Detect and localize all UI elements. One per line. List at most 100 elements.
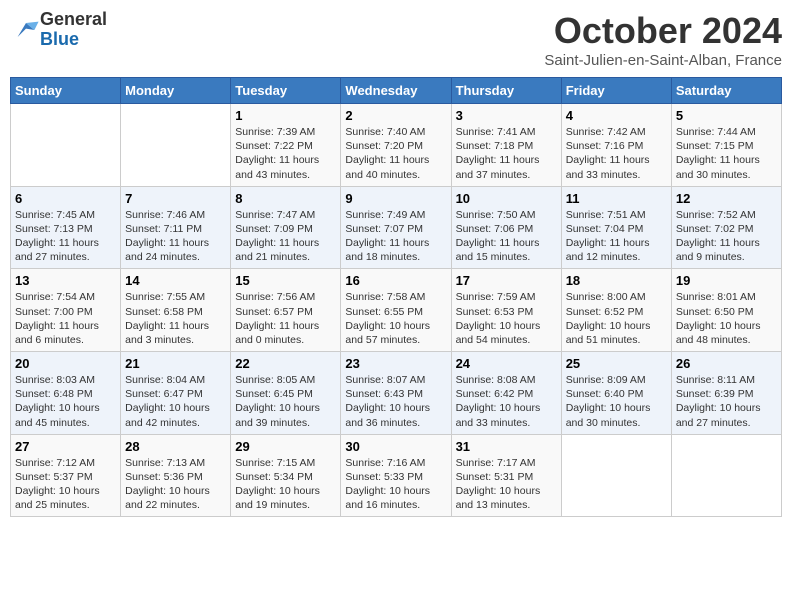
day-info: Sunrise: 8:04 AM Sunset: 6:47 PM Dayligh… xyxy=(125,373,226,430)
calendar-week-3: 13Sunrise: 7:54 AM Sunset: 7:00 PM Dayli… xyxy=(11,269,782,352)
calendar-cell: 8Sunrise: 7:47 AM Sunset: 7:09 PM Daylig… xyxy=(231,186,341,269)
day-number: 26 xyxy=(676,356,777,371)
day-number: 2 xyxy=(345,108,446,123)
calendar-cell: 31Sunrise: 7:17 AM Sunset: 5:31 PM Dayli… xyxy=(451,434,561,517)
calendar-cell: 2 Sunrise: 7:40 AM Sunset: 7:20 PM Daylig… xyxy=(341,104,451,187)
day-number: 24 xyxy=(456,356,557,371)
calendar-cell xyxy=(11,104,121,187)
calendar-cell: 13Sunrise: 7:54 AM Sunset: 7:00 PM Dayli… xyxy=(11,269,121,352)
day-info: Sunrise: 7:45 AM Sunset: 7:13 PM Dayligh… xyxy=(15,208,116,265)
day-info: Sunrise: 7:49 AM Sunset: 7:07 PM Dayligh… xyxy=(345,208,446,265)
day-number: 28 xyxy=(125,439,226,454)
day-number: 4 xyxy=(566,108,667,123)
day-info: Sunrise: 7:58 AM Sunset: 6:55 PM Dayligh… xyxy=(345,290,446,347)
calendar-cell: 29 Sunrise: 7:15 AM Sunset: 5:34 PM Dayli… xyxy=(231,434,341,517)
calendar-cell xyxy=(561,434,671,517)
day-info: Sunrise: 8:09 AM Sunset: 6:40 PM Dayligh… xyxy=(566,373,667,430)
day-info: Sunrise: 7:13 AM Sunset: 5:36 PM Dayligh… xyxy=(125,456,226,513)
day-info: Sunrise: 7:59 AM Sunset: 6:53 PM Dayligh… xyxy=(456,290,557,347)
calendar-cell: 26 Sunrise: 8:11 AM Sunset: 6:39 PM Dayli… xyxy=(671,352,781,435)
title-block: October 2024 Saint-Julien-en-Saint-Alban… xyxy=(544,10,782,69)
calendar-header: SundayMondayTuesdayWednesdayThursdayFrid… xyxy=(11,78,782,104)
header-monday: Monday xyxy=(121,78,231,104)
day-number: 21 xyxy=(125,356,226,371)
day-number: 23 xyxy=(345,356,446,371)
day-number: 8 xyxy=(235,191,336,206)
calendar-table: SundayMondayTuesdayWednesdayThursdayFrid… xyxy=(10,77,782,517)
day-info: Sunrise: 7:41 AM Sunset: 7:18 PM Dayligh… xyxy=(456,125,557,182)
calendar-cell: 20Sunrise: 8:03 AM Sunset: 6:48 PM Dayli… xyxy=(11,352,121,435)
day-info: Sunrise: 7:16 AM Sunset: 5:33 PM Dayligh… xyxy=(345,456,446,513)
calendar-week-5: 27 Sunrise: 7:12 AM Sunset: 5:37 PM Dayli… xyxy=(11,434,782,517)
day-number: 22 xyxy=(235,356,336,371)
day-number: 1 xyxy=(235,108,336,123)
day-number: 29 xyxy=(235,439,336,454)
calendar-cell: 1Sunrise: 7:39 AM Sunset: 7:22 PM Daylig… xyxy=(231,104,341,187)
day-info: Sunrise: 7:55 AM Sunset: 6:58 PM Dayligh… xyxy=(125,290,226,347)
day-number: 7 xyxy=(125,191,226,206)
day-number: 31 xyxy=(456,439,557,454)
header-row: SundayMondayTuesdayWednesdayThursdayFrid… xyxy=(11,78,782,104)
calendar-cell: 7 Sunrise: 7:46 AM Sunset: 7:11 PM Daylig… xyxy=(121,186,231,269)
day-info: Sunrise: 7:46 AM Sunset: 7:11 PM Dayligh… xyxy=(125,208,226,265)
calendar-cell xyxy=(671,434,781,517)
calendar-cell: 10 Sunrise: 7:50 AM Sunset: 7:06 PM Dayli… xyxy=(451,186,561,269)
calendar-cell: 4 Sunrise: 7:42 AM Sunset: 7:16 PM Daylig… xyxy=(561,104,671,187)
header-saturday: Saturday xyxy=(671,78,781,104)
day-number: 12 xyxy=(676,191,777,206)
month-title: October 2024 xyxy=(544,10,782,52)
day-number: 3 xyxy=(456,108,557,123)
logo: General Blue xyxy=(10,10,107,50)
calendar-cell: 25 Sunrise: 8:09 AM Sunset: 6:40 PM Dayli… xyxy=(561,352,671,435)
day-number: 25 xyxy=(566,356,667,371)
day-number: 6 xyxy=(15,191,116,206)
logo-general: General xyxy=(40,10,107,30)
day-number: 20 xyxy=(15,356,116,371)
day-info: Sunrise: 8:11 AM Sunset: 6:39 PM Dayligh… xyxy=(676,373,777,430)
day-info: Sunrise: 7:51 AM Sunset: 7:04 PM Dayligh… xyxy=(566,208,667,265)
calendar-cell: 16 Sunrise: 7:58 AM Sunset: 6:55 PM Dayli… xyxy=(341,269,451,352)
day-info: Sunrise: 7:12 AM Sunset: 5:37 PM Dayligh… xyxy=(15,456,116,513)
day-number: 18 xyxy=(566,273,667,288)
day-info: Sunrise: 8:00 AM Sunset: 6:52 PM Dayligh… xyxy=(566,290,667,347)
calendar-week-4: 20Sunrise: 8:03 AM Sunset: 6:48 PM Dayli… xyxy=(11,352,782,435)
page-header: General Blue October 2024 Saint-Julien-e… xyxy=(10,10,782,69)
logo-blue: Blue xyxy=(40,30,107,50)
calendar-body: 1Sunrise: 7:39 AM Sunset: 7:22 PM Daylig… xyxy=(11,104,782,517)
calendar-cell: 24 Sunrise: 8:08 AM Sunset: 6:42 PM Dayli… xyxy=(451,352,561,435)
logo-text: General Blue xyxy=(40,10,107,50)
day-number: 15 xyxy=(235,273,336,288)
header-tuesday: Tuesday xyxy=(231,78,341,104)
day-number: 27 xyxy=(15,439,116,454)
header-sunday: Sunday xyxy=(11,78,121,104)
day-info: Sunrise: 8:08 AM Sunset: 6:42 PM Dayligh… xyxy=(456,373,557,430)
calendar-cell: 6 Sunrise: 7:45 AM Sunset: 7:13 PM Daylig… xyxy=(11,186,121,269)
day-number: 10 xyxy=(456,191,557,206)
day-info: Sunrise: 8:05 AM Sunset: 6:45 PM Dayligh… xyxy=(235,373,336,430)
day-number: 16 xyxy=(345,273,446,288)
day-number: 5 xyxy=(676,108,777,123)
calendar-cell: 5Sunrise: 7:44 AM Sunset: 7:15 PM Daylig… xyxy=(671,104,781,187)
header-wednesday: Wednesday xyxy=(341,78,451,104)
header-friday: Friday xyxy=(561,78,671,104)
day-number: 19 xyxy=(676,273,777,288)
calendar-cell: 14Sunrise: 7:55 AM Sunset: 6:58 PM Dayli… xyxy=(121,269,231,352)
header-thursday: Thursday xyxy=(451,78,561,104)
calendar-cell: 30 Sunrise: 7:16 AM Sunset: 5:33 PM Dayli… xyxy=(341,434,451,517)
calendar-cell: 12Sunrise: 7:52 AM Sunset: 7:02 PM Dayli… xyxy=(671,186,781,269)
day-number: 11 xyxy=(566,191,667,206)
calendar-cell: 28 Sunrise: 7:13 AM Sunset: 5:36 PM Dayli… xyxy=(121,434,231,517)
day-info: Sunrise: 8:07 AM Sunset: 6:43 PM Dayligh… xyxy=(345,373,446,430)
calendar-week-1: 1Sunrise: 7:39 AM Sunset: 7:22 PM Daylig… xyxy=(11,104,782,187)
day-number: 17 xyxy=(456,273,557,288)
day-info: Sunrise: 7:15 AM Sunset: 5:34 PM Dayligh… xyxy=(235,456,336,513)
calendar-cell: 27 Sunrise: 7:12 AM Sunset: 5:37 PM Dayli… xyxy=(11,434,121,517)
day-number: 9 xyxy=(345,191,446,206)
day-info: Sunrise: 7:42 AM Sunset: 7:16 PM Dayligh… xyxy=(566,125,667,182)
day-info: Sunrise: 7:40 AM Sunset: 7:20 PM Dayligh… xyxy=(345,125,446,182)
calendar-cell: 18 Sunrise: 8:00 AM Sunset: 6:52 PM Dayli… xyxy=(561,269,671,352)
day-info: Sunrise: 7:50 AM Sunset: 7:06 PM Dayligh… xyxy=(456,208,557,265)
calendar-cell: 21 Sunrise: 8:04 AM Sunset: 6:47 PM Dayli… xyxy=(121,352,231,435)
calendar-cell xyxy=(121,104,231,187)
day-number: 30 xyxy=(345,439,446,454)
